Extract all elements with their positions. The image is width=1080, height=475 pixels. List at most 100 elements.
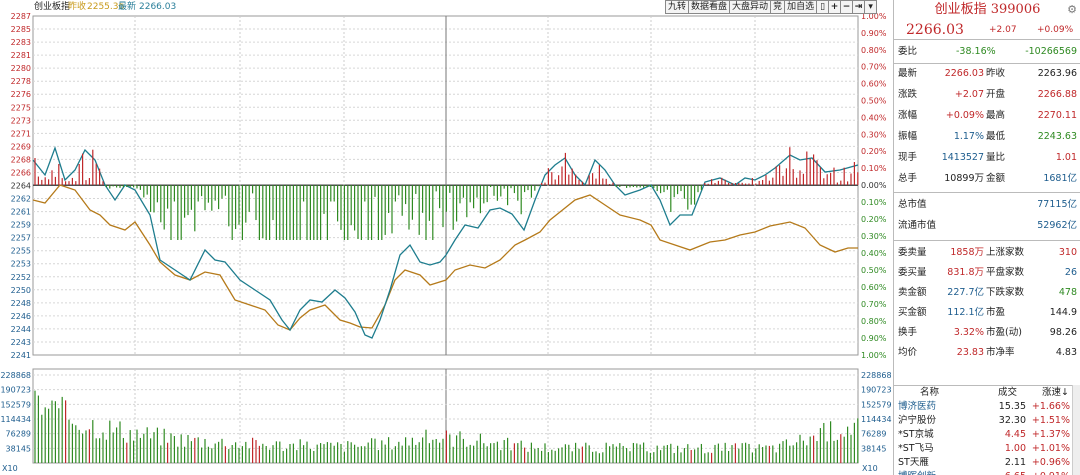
gear-icon[interactable]: ⚙ [1067, 3, 1077, 16]
stat-label: 均价 [898, 347, 918, 358]
percent-axis-label: 1.00% [861, 351, 887, 360]
stat-label: 振幅 [898, 131, 918, 142]
price-axis-label: 2266 [11, 168, 31, 177]
volume-unit-label: X10 [862, 464, 878, 473]
price-axis-label: 2257 [11, 234, 31, 243]
stock-change-pct: +1.66% [1031, 401, 1070, 412]
volume-unit-label: X10 [2, 464, 18, 473]
volume-axis-label: 38145 [861, 444, 886, 453]
list-item[interactable]: 博济医药 15.35 +1.66% [894, 400, 1080, 414]
percent-axis-label: 0.90% [861, 29, 887, 38]
stock-price: 32.30 [998, 415, 1026, 426]
add-watchlist-button[interactable]: 加自选 [785, 0, 818, 14]
stat-value: 26 [1064, 267, 1077, 278]
stock-name: *ST京城 [898, 429, 934, 440]
stock-price: 15.35 [998, 401, 1026, 412]
stat-label: 最新 [898, 68, 918, 79]
percent-axis-label: 0.90% [861, 334, 887, 343]
price-axis-label: 2241 [11, 351, 31, 360]
stock-change-pct: +1.37% [1031, 429, 1070, 440]
list-item[interactable]: 沪宁股份 32.30 +1.51% [894, 414, 1080, 428]
stock-price: 2.11 [1004, 457, 1026, 468]
stat-value: +2.07 [954, 89, 984, 100]
percent-axis-label: 0.40% [861, 249, 887, 258]
split-view-icon[interactable]: ▯ [817, 0, 830, 14]
stat-label: 委买量 [898, 267, 927, 278]
stock-price: 1.00 [1004, 443, 1026, 454]
stat-label: 市盈 [986, 307, 1006, 318]
index-name: 创业板指 [34, 2, 71, 12]
stat-value: 1.17% [953, 131, 984, 142]
jiuzhuan-button[interactable]: 九转 [665, 0, 690, 14]
percent-axis-label: 0.10% [861, 198, 887, 207]
price-axis-label: 2252 [11, 273, 31, 282]
weibi-label: 委比 [898, 46, 918, 57]
stat-value: 2263.96 [1037, 68, 1077, 79]
weibi-pct: -38.16% [956, 46, 996, 57]
market-cap-label: 流通市值 [898, 220, 937, 231]
quote-summary: 2266.03 +2.07 +0.09% [894, 20, 1080, 40]
last-label: 最新 [118, 2, 137, 12]
volume-axis-label: 38145 [6, 444, 31, 453]
percent-axis-label: 0.20% [861, 215, 887, 224]
prev-close-label: 昨收 [68, 2, 87, 12]
panel-title: 创业板指 399006 [934, 2, 1041, 17]
volume-axis-label: 228868 [0, 371, 31, 380]
percent-axis-label: 0.10% [861, 164, 887, 173]
stat-label: 昨收 [986, 68, 1006, 79]
stat-value: 310 [1058, 247, 1077, 258]
zoom-in-icon[interactable]: + [829, 0, 842, 14]
chevron-down-icon[interactable]: ▾ [865, 0, 878, 14]
market-cap-value: 52962亿 [1037, 220, 1077, 231]
price-change-pct: +0.09% [1037, 25, 1074, 35]
stat-value: 1.01 [1055, 152, 1077, 163]
stat-label: 平盘家数 [986, 267, 1025, 278]
stat-label: 现手 [898, 152, 918, 163]
volume-axis-label: 152579 [0, 400, 31, 409]
stat-label: 换手 [898, 327, 918, 338]
stock-change-pct: +1.51% [1031, 415, 1070, 426]
stat-value: 144.9 [1049, 307, 1077, 318]
bidding-button[interactable]: 竞 [771, 0, 786, 14]
list-item[interactable]: 博晖创新 6.65 +0.91% [894, 470, 1080, 475]
list-item[interactable]: *ST飞马 1.00 +1.01% [894, 442, 1080, 456]
stock-list-scrollbar[interactable] [1072, 385, 1080, 475]
price-axis-label: 2253 [11, 260, 31, 269]
stat-label: 开盘 [986, 89, 1006, 100]
volume-axis-label: 228868 [861, 371, 892, 380]
percent-axis-label: 0.60% [861, 283, 887, 292]
volume-axis-label: 114434 [861, 415, 892, 424]
percent-axis-label: 0.80% [861, 317, 887, 326]
percent-axis-label: 0.40% [861, 113, 887, 122]
market-abnormal-button[interactable]: 大盘异动 [730, 0, 772, 14]
stat-label: 最低 [986, 131, 1006, 142]
stat-label: 金额 [986, 173, 1006, 184]
price-axis-label: 2281 [11, 51, 31, 60]
stat-value: 10899万 [944, 173, 984, 184]
price-change: +2.07 [989, 25, 1017, 35]
price-axis-label: 2250 [11, 286, 31, 295]
stat-value: 4.83 [1055, 347, 1077, 358]
list-item[interactable]: *ST京城 4.45 +1.37% [894, 428, 1080, 442]
price-axis-label: 2285 [11, 25, 31, 34]
intraday-chart-area[interactable]: 2287 2285 2283 2281 2280 2278 2276 2275 2273 2271… [0, 0, 893, 475]
jump-end-icon[interactable]: ⇥ [853, 0, 866, 14]
price-axis-label: 2264 [11, 182, 31, 191]
intraday-chart[interactable]: 2287228522832281228022782276227522732271… [0, 0, 893, 475]
stat-label: 总手 [898, 173, 918, 184]
stat-label: 市盈(动) [986, 327, 1022, 338]
stat-label: 最高 [986, 110, 1006, 121]
volume-axis-label: 76289 [861, 430, 886, 439]
price-axis-label: 2283 [11, 38, 31, 47]
stat-value: 2266.03 [944, 68, 984, 79]
price-axis-label: 2262 [11, 195, 31, 204]
stat-label: 涨幅 [898, 110, 918, 121]
price-axis-label: 2244 [11, 325, 31, 334]
data-view-button[interactable]: 数据看盘 [689, 0, 731, 14]
price-axis-label: 2261 [11, 208, 31, 217]
stat-label: 委卖量 [898, 247, 927, 258]
stock-name: 博济医药 [898, 401, 937, 412]
list-item[interactable]: ST天雁 2.11 +0.96% [894, 456, 1080, 470]
price-axis-label: 2255 [11, 247, 31, 256]
zoom-out-icon[interactable]: − [841, 0, 854, 14]
